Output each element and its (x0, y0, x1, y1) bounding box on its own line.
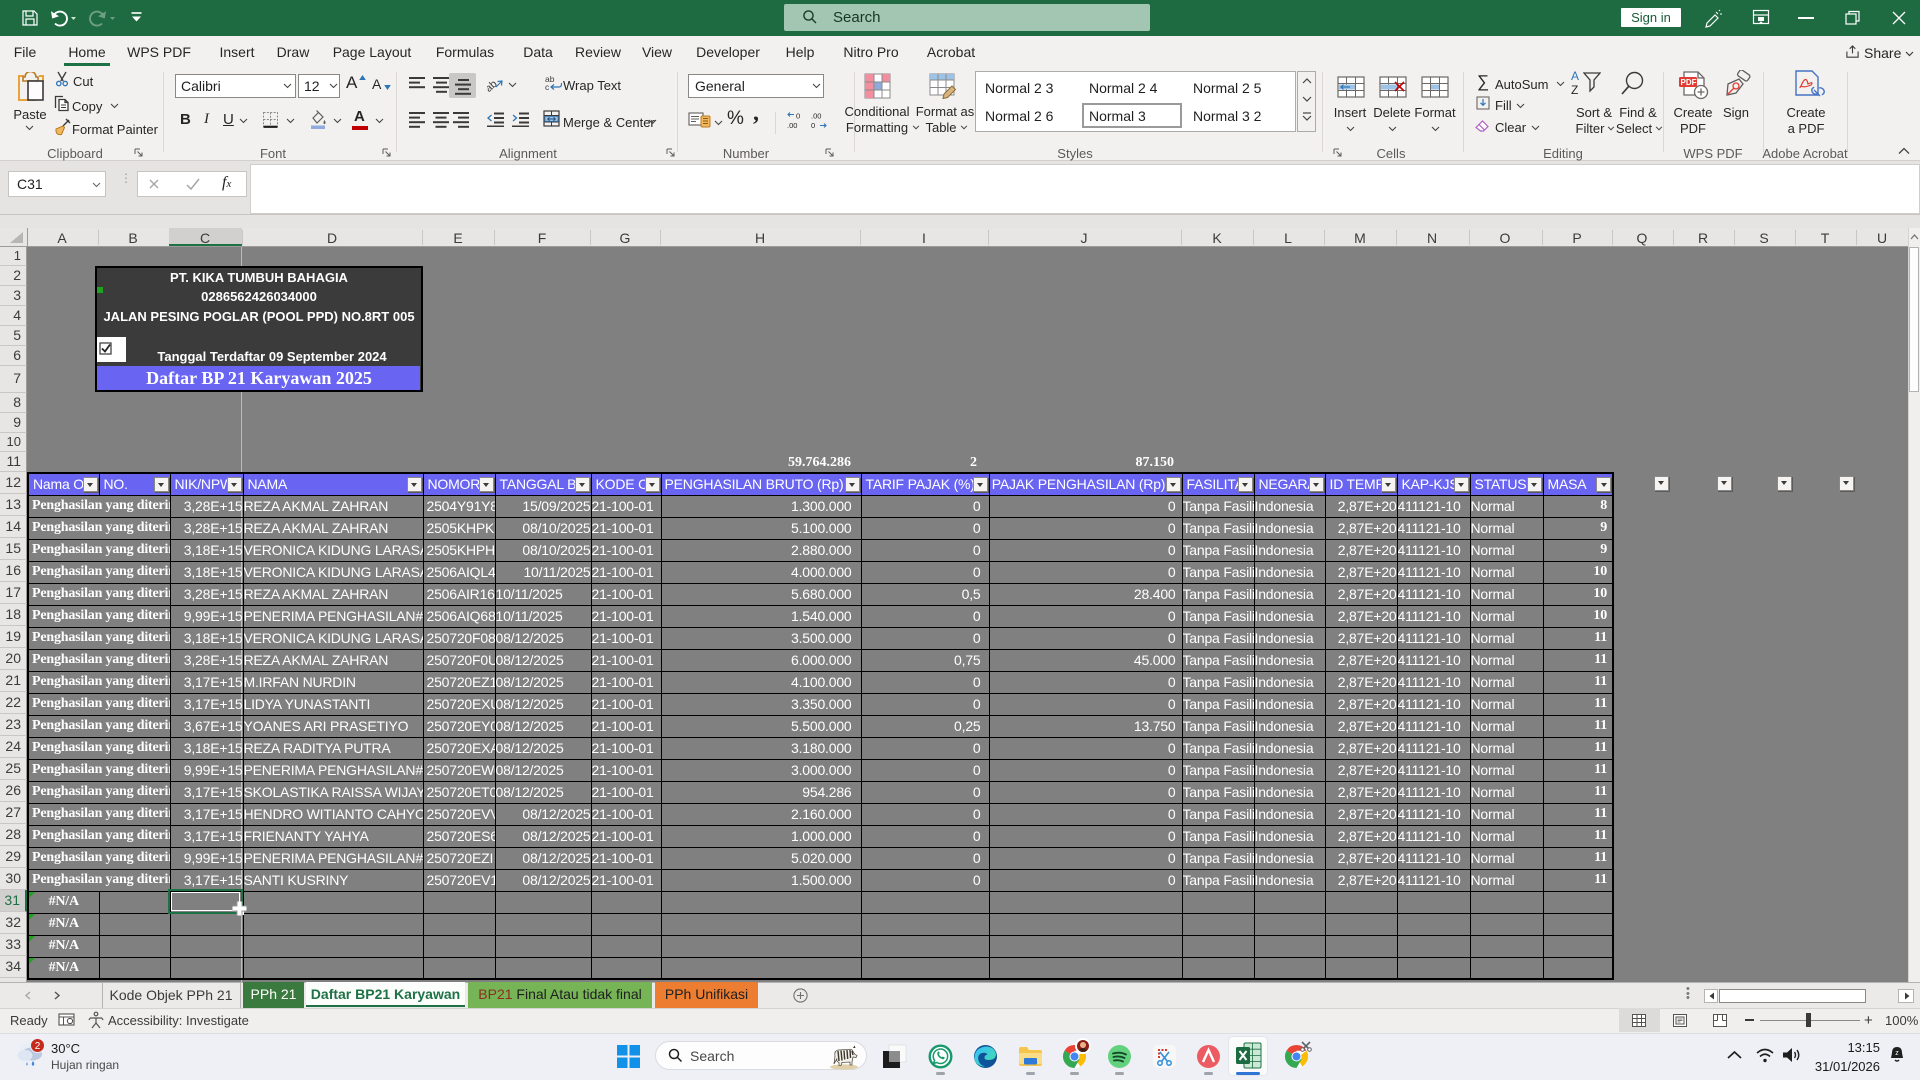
svg-text:.00: .00 (787, 121, 797, 130)
svg-text:PDF: PDF (1681, 78, 1697, 87)
svg-text:0: 0 (796, 112, 800, 121)
svg-text:z: z (1895, 1050, 1899, 1057)
svg-text:.00: .00 (811, 112, 821, 121)
svg-text:0: 0 (811, 121, 815, 130)
